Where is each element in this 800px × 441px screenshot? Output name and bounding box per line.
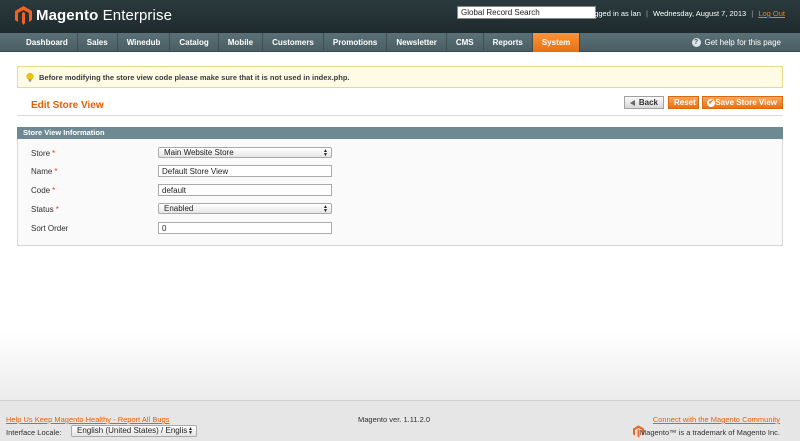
sort-order-row: Sort Order — [31, 222, 351, 234]
nav-item-reports[interactable]: Reports — [484, 33, 533, 52]
trademark-text: Magento™ is a trademark of Magento Inc. — [639, 428, 780, 437]
report-bugs-link[interactable]: Help Us Keep Magento Healthy - Report Al… — [6, 415, 169, 424]
notice-text: Before modifying the store view code ple… — [39, 72, 350, 82]
select-arrows-icon: ▲ ▼ — [323, 148, 328, 158]
brand-name[interactable]: Magento Enterprise — [36, 7, 172, 24]
magento-logo-icon[interactable] — [15, 6, 32, 25]
nav-item-promotions[interactable]: Promotions — [324, 33, 388, 52]
logout-link[interactable]: Log Out — [758, 9, 785, 18]
name-input[interactable] — [158, 165, 332, 177]
current-date: Wednesday, August 7, 2013 — [653, 9, 747, 18]
notice-message: Before modifying the store view code ple… — [17, 66, 783, 88]
help-link-label: Get help for this page — [704, 38, 782, 47]
nav-item-dashboard[interactable]: Dashboard — [17, 33, 78, 52]
title-divider — [17, 115, 783, 116]
header-user-info: Logged in as lan | Wednesday, August 7, … — [585, 9, 785, 18]
nav-item-newsletter[interactable]: Newsletter — [387, 33, 447, 52]
locale-select[interactable]: English (United States) / Englis ▲ ▼ — [71, 425, 197, 437]
code-label: Code * — [31, 186, 56, 195]
global-search-input[interactable] — [457, 6, 596, 19]
lightbulb-icon — [26, 72, 34, 82]
status-row: Status * Enabled ▲ ▼ — [31, 203, 351, 215]
sort-order-input[interactable] — [158, 222, 332, 234]
select-arrows-icon: ▲ ▼ — [323, 204, 328, 214]
main-content: Before modifying the store view code ple… — [0, 53, 800, 400]
nav-item-sales[interactable]: Sales — [78, 33, 118, 52]
version-text: Magento ver. 1.11.2.0 — [358, 415, 430, 424]
code-input[interactable] — [158, 184, 332, 196]
community-link[interactable]: Connect with the Magento Community — [653, 415, 780, 424]
logged-in-text: Logged in as lan — [585, 9, 641, 18]
status-label: Status * — [31, 205, 59, 214]
section-header: Store View Information — [17, 127, 783, 139]
nav-item-system[interactable]: System — [532, 33, 581, 52]
footer: Help Us Keep Magento Healthy - Report Al… — [0, 400, 800, 441]
store-select[interactable]: Main Website Store ▲ ▼ — [158, 147, 332, 158]
sort-order-label: Sort Order — [31, 224, 69, 233]
checkmark-icon: ✔ — [707, 99, 715, 107]
nav-item-winedub[interactable]: Winedub — [118, 33, 171, 52]
nav-item-cms[interactable]: CMS — [447, 33, 484, 52]
locale-label: Interface Locale: — [6, 428, 62, 437]
code-row: Code * — [31, 184, 351, 196]
status-select[interactable]: Enabled ▲ ▼ — [158, 203, 332, 214]
back-button[interactable]: Back — [624, 96, 664, 109]
save-store-view-button[interactable]: ✔ Save Store View — [702, 96, 783, 109]
main-nav: Dashboard Sales Winedub Catalog Mobile C… — [0, 33, 800, 52]
page-title: Edit Store View — [31, 100, 104, 111]
store-row: Store * Main Website Store ▲ ▼ — [31, 147, 351, 159]
reset-button[interactable]: Reset — [668, 96, 699, 109]
store-label: Store * — [31, 149, 56, 158]
back-arrow-icon — [630, 100, 635, 106]
select-arrows-icon: ▲ ▼ — [188, 426, 193, 436]
nav-item-catalog[interactable]: Catalog — [170, 33, 219, 52]
nav-item-mobile[interactable]: Mobile — [219, 33, 264, 52]
top-header: Magento Enterprise Logged in as lan | We… — [0, 0, 800, 33]
help-icon: ? — [691, 38, 701, 47]
nav-item-customers[interactable]: Customers — [263, 33, 324, 52]
store-view-fieldset: Store* Main Website Store ▲▼ Name* Code*… — [17, 139, 783, 246]
help-link[interactable]: ? Get help for this page — [691, 33, 782, 52]
name-row: Name * — [31, 165, 351, 177]
name-label: Name * — [31, 167, 58, 176]
